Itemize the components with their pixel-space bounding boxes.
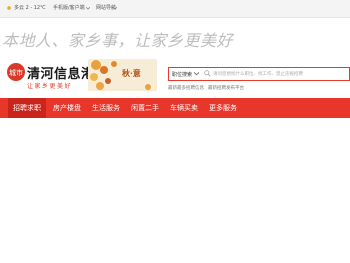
- mobile-link[interactable]: 手机版/客户端: [53, 4, 85, 12]
- search-input[interactable]: [213, 70, 343, 78]
- logo-seal-icon: 城市: [7, 63, 25, 81]
- promo-text: 秋·意: [122, 68, 141, 78]
- sun-icon: [7, 6, 11, 10]
- search-box: 职位搜索: [168, 67, 350, 81]
- chevron-down-icon: [86, 7, 90, 10]
- slogan-banner: 本地人、家乡事，让家乡更美好: [0, 26, 350, 50]
- nav-item-real-estate[interactable]: 房产楼盘: [53, 103, 81, 113]
- hot-link-1[interactable]: 最新最多招聘信息: [168, 85, 204, 91]
- weather-text: 多云 2 - 12℃: [14, 5, 46, 11]
- chevron-down-icon: [194, 72, 199, 76]
- nav-item-jobs[interactable]: 招聘求职: [8, 98, 46, 118]
- nav-item-more[interactable]: 更多服务: [209, 103, 237, 113]
- top-bar: 多云 2 - 12℃ 手机版/客户端 网站导航: [0, 0, 350, 18]
- nav-item-life-services[interactable]: 生活服务: [92, 103, 120, 113]
- nav-item-vehicles[interactable]: 车辆买卖: [170, 103, 198, 113]
- search-icon: [204, 70, 211, 77]
- logo-name: 清河信息港: [27, 67, 95, 82]
- chevron-down-icon: [113, 7, 117, 10]
- nav-item-secondhand[interactable]: 闲置二手: [131, 103, 159, 113]
- banner-text: 本地人、家乡事，让家乡更美好: [2, 31, 234, 50]
- promo-banner[interactable]: 秋·意: [88, 59, 157, 91]
- logo-seal-text: 城市: [9, 68, 23, 77]
- site-logo[interactable]: 城市 清河信息港 让家乡更美好: [6, 60, 94, 96]
- main-nav: 招聘求职 房产楼盘 生活服务 闲置二手 车辆买卖 更多服务: [0, 98, 350, 118]
- hot-link-2[interactable]: 最新招聘发布平台: [208, 85, 244, 91]
- search-category-select[interactable]: 职位搜索: [172, 71, 192, 78]
- logo-slogan: 让家乡更美好: [27, 83, 73, 90]
